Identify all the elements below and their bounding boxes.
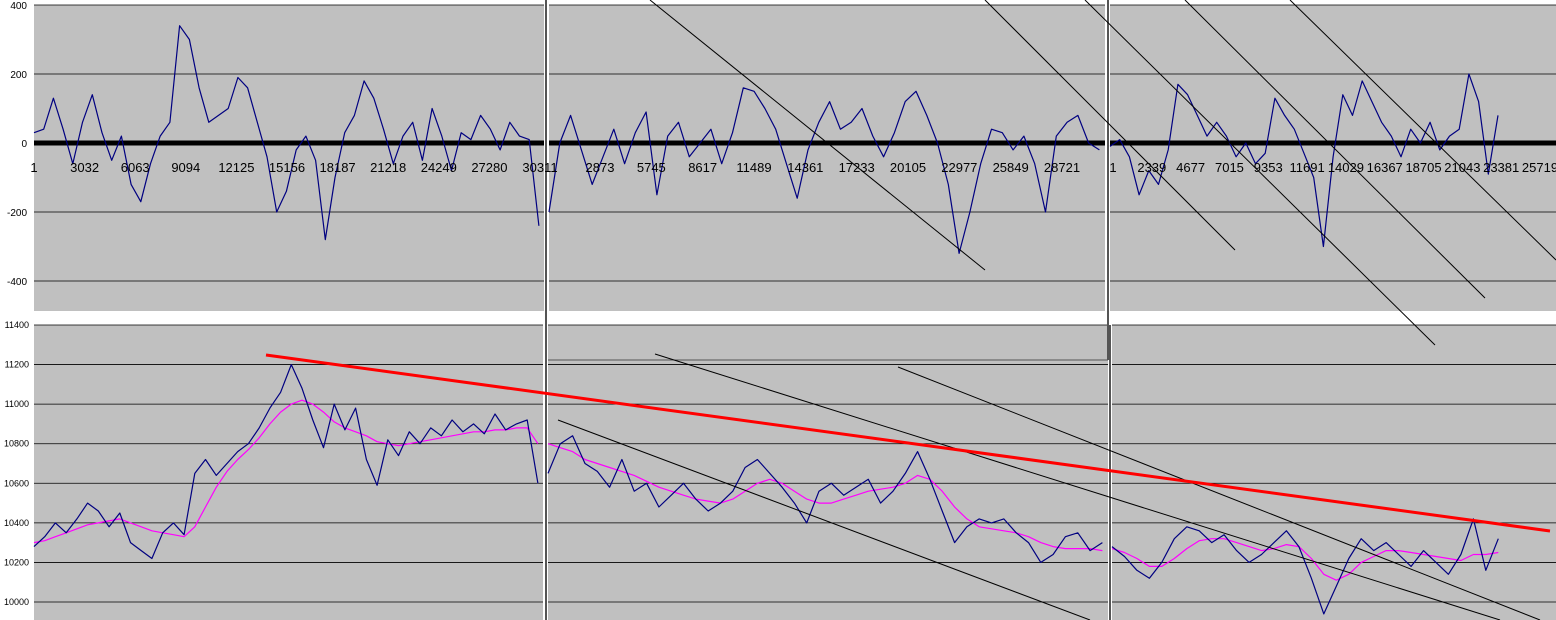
x-tick-label: 25719 bbox=[1522, 160, 1556, 175]
plot-area bbox=[548, 325, 1108, 620]
y-tick-label: 11200 bbox=[5, 360, 29, 370]
plot-area bbox=[34, 325, 543, 620]
panel-top-middle bbox=[549, 4, 1105, 311]
y-tick-label: 10800 bbox=[4, 439, 29, 449]
x-axis-top-right: 1233946777015935311691140291636718705210… bbox=[1109, 160, 1556, 175]
x-tick-label: 30311 bbox=[522, 160, 557, 175]
y-tick-label: 10400 bbox=[4, 518, 29, 528]
plot-area bbox=[1112, 325, 1556, 620]
x-tick-label: 28721 bbox=[1044, 160, 1080, 175]
y-tick-label: -400 bbox=[7, 277, 27, 288]
x-tick-label: 16367 bbox=[1367, 160, 1403, 175]
y-tick-label: 10200 bbox=[4, 557, 29, 567]
chart-canvas: -400 -200 0 200 400 10000 10200 10400 10600 10800… bbox=[4, 0, 1556, 620]
x-tick-label: 18187 bbox=[320, 160, 356, 175]
x-tick-label: 20105 bbox=[890, 160, 926, 175]
x-tick-label: 18705 bbox=[1405, 160, 1441, 175]
x-tick-label: 6063 bbox=[121, 160, 150, 175]
x-tick-label: 9094 bbox=[171, 160, 200, 175]
x-tick-label: 5745 bbox=[637, 160, 666, 175]
panel-bottom-middle bbox=[548, 324, 1108, 620]
plot-area bbox=[549, 5, 1105, 311]
y-tick-label: 10600 bbox=[4, 478, 29, 488]
x-tick-label: 14361 bbox=[787, 160, 823, 175]
y-axis-top: -400 -200 0 200 400 bbox=[7, 1, 27, 288]
y-tick-label: 11000 bbox=[5, 399, 29, 409]
y-tick-label: 400 bbox=[10, 1, 27, 12]
y-tick-label: 200 bbox=[10, 70, 27, 81]
panel-bottom-left bbox=[34, 324, 543, 620]
x-tick-label: 17233 bbox=[839, 160, 875, 175]
y-tick-label: 10000 bbox=[4, 597, 29, 607]
x-tick-label: 11489 bbox=[736, 160, 771, 175]
x-tick-label: 22977 bbox=[941, 160, 977, 175]
x-tick-label: 24249 bbox=[421, 160, 457, 175]
x-tick-label: 7015 bbox=[1215, 160, 1244, 175]
x-tick-label: 8617 bbox=[688, 160, 717, 175]
x-tick-label: 21043 bbox=[1444, 160, 1480, 175]
panel-bottom-right bbox=[1112, 324, 1556, 620]
x-tick-label: 1 bbox=[1109, 160, 1116, 175]
x-tick-label: 4677 bbox=[1176, 160, 1205, 175]
x-tick-label: 1 bbox=[30, 160, 37, 175]
x-tick-label: 3032 bbox=[70, 160, 99, 175]
y-tick-label: 0 bbox=[21, 139, 27, 150]
x-tick-label: 27280 bbox=[471, 160, 507, 175]
x-tick-label: 12125 bbox=[218, 160, 254, 175]
x-tick-label: 25849 bbox=[993, 160, 1029, 175]
x-tick-label: 11691 bbox=[1289, 160, 1324, 175]
x-tick-label: 23381 bbox=[1483, 160, 1519, 175]
x-tick-label: 9353 bbox=[1254, 160, 1283, 175]
y-tick-label: 11400 bbox=[5, 320, 29, 330]
x-tick-label: 21218 bbox=[370, 160, 406, 175]
y-tick-label: -200 bbox=[7, 208, 27, 219]
x-tick-label: 2873 bbox=[586, 160, 615, 175]
x-tick-label: 15156 bbox=[269, 160, 305, 175]
y-axis-bottom: 10000 10200 10400 10600 10800 11000 11200 11400 bbox=[4, 320, 29, 607]
